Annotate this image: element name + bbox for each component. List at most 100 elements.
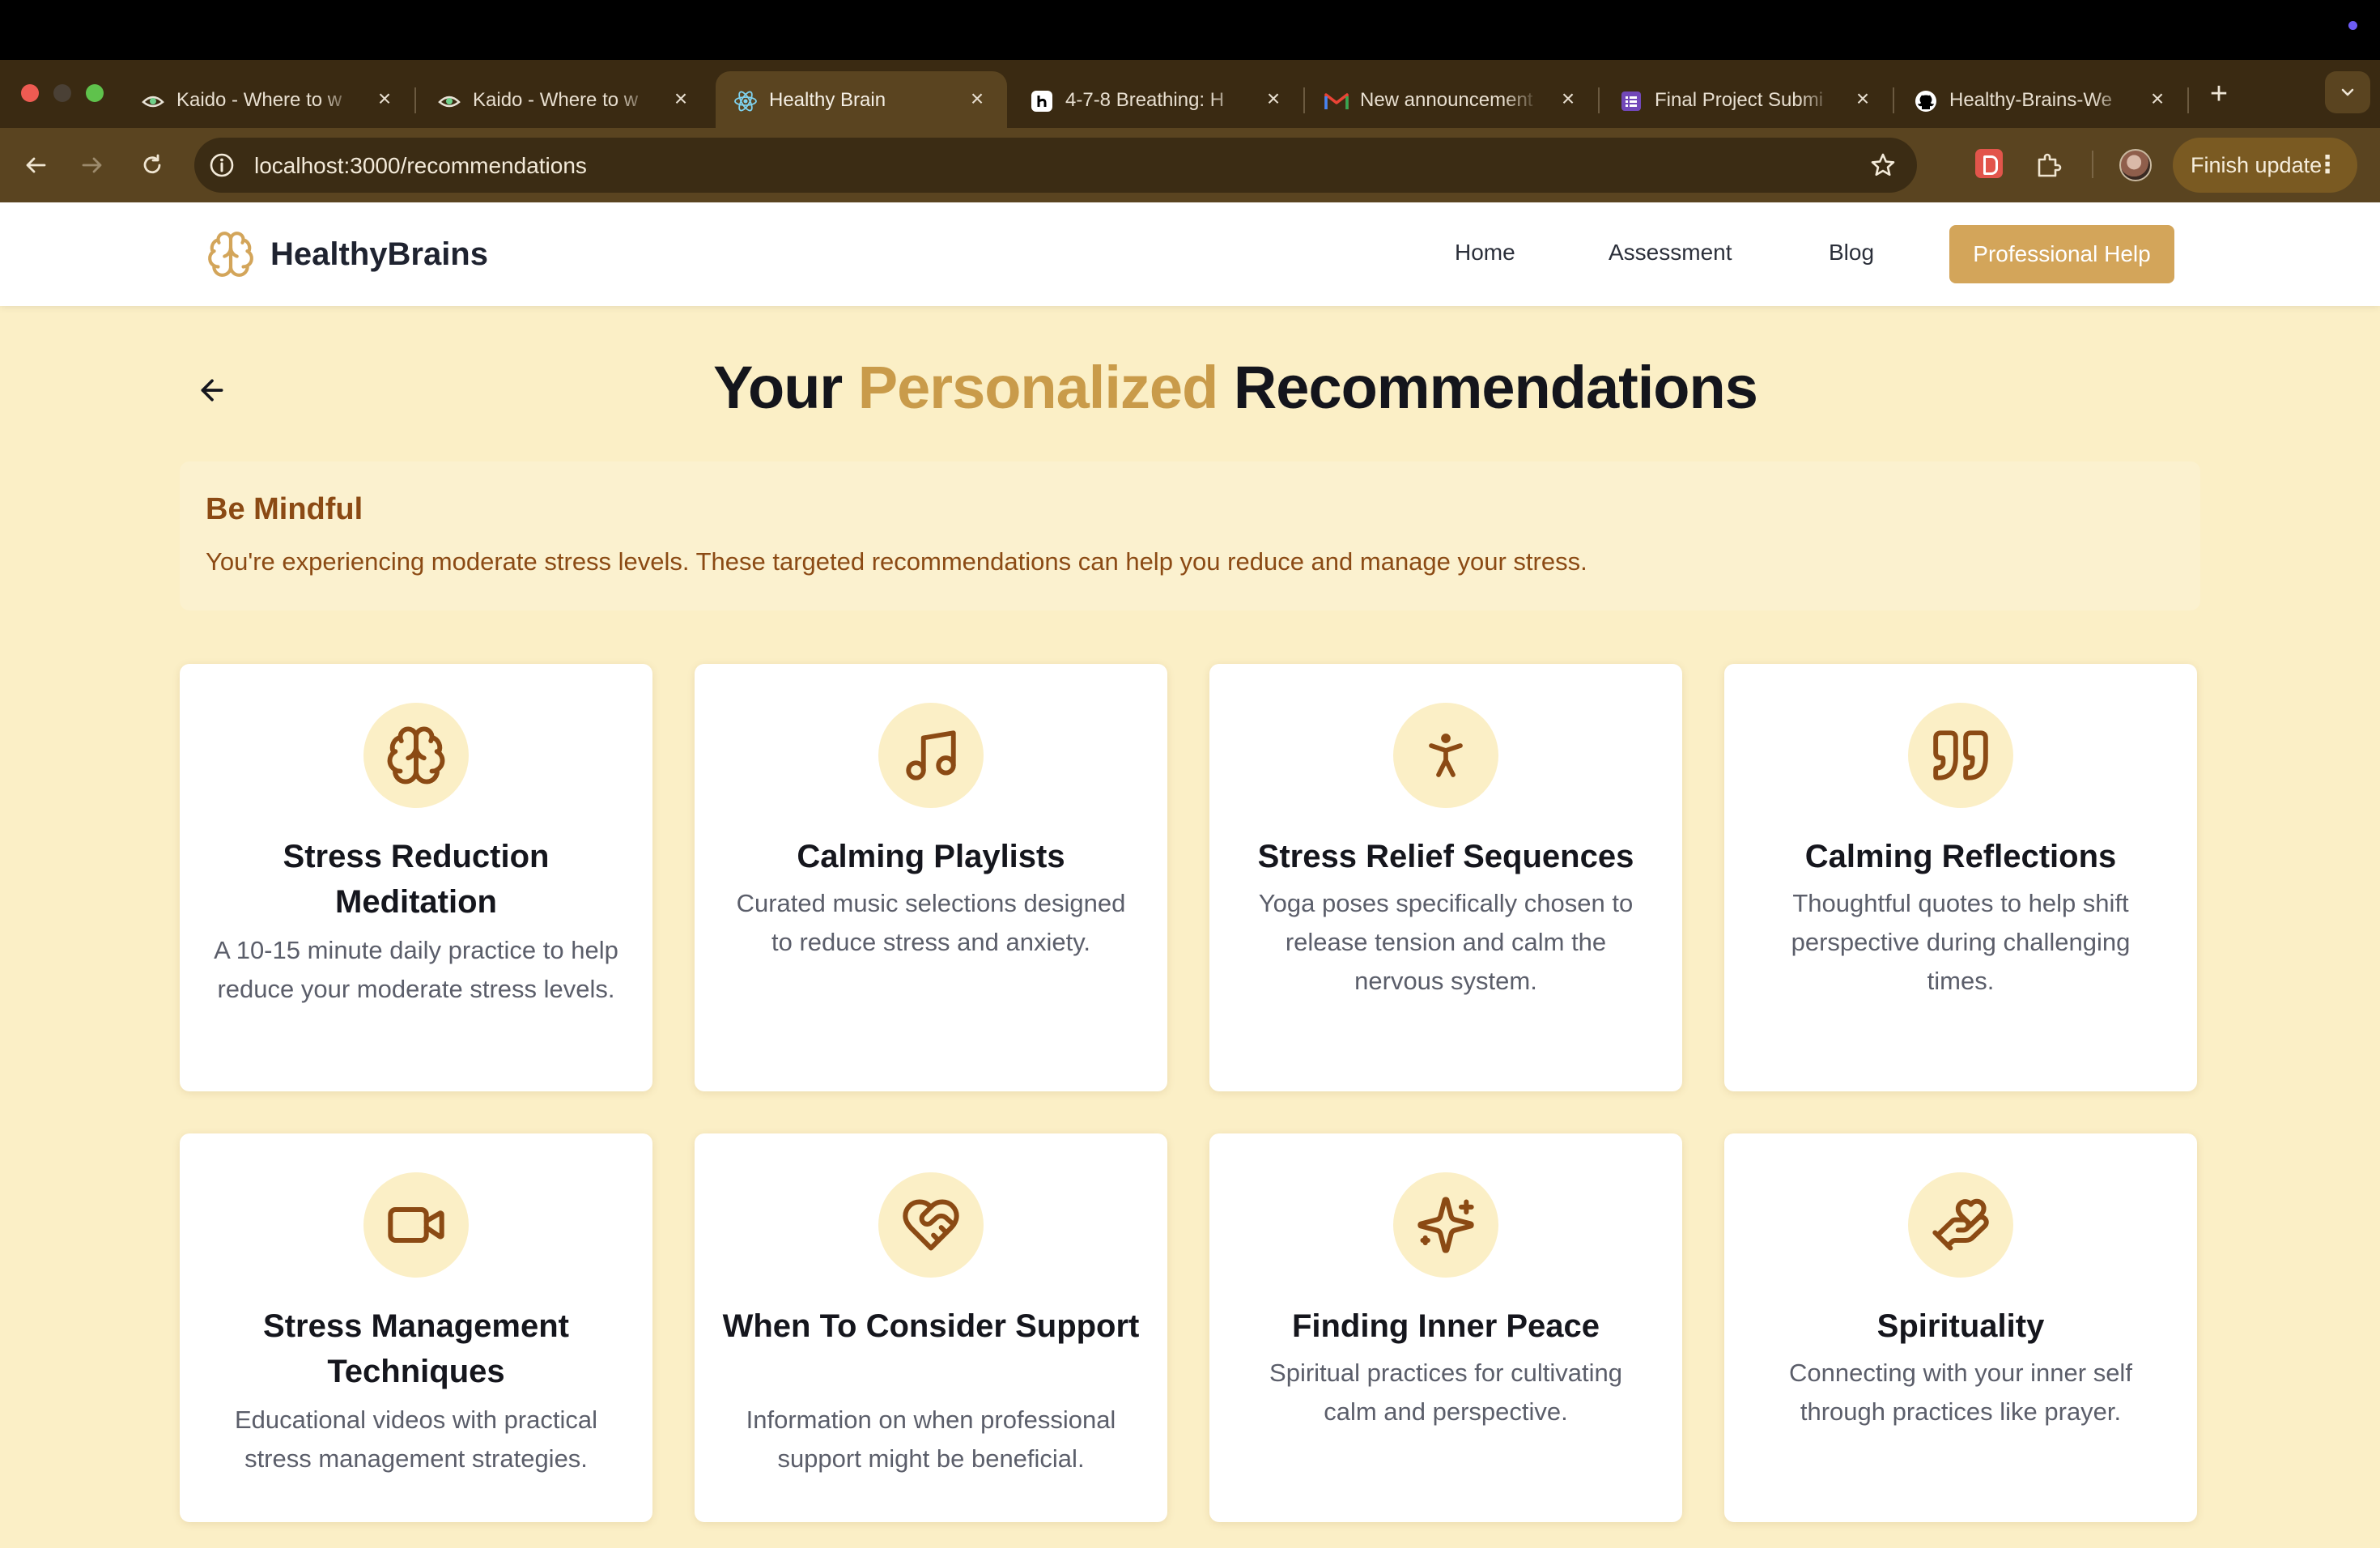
kebab-menu-icon: ⋮ (2315, 151, 2340, 178)
tab-close-icon[interactable]: × (669, 86, 693, 112)
nav-link-home[interactable]: Home (1455, 240, 1515, 266)
extensions-button[interactable] (2027, 144, 2069, 186)
banner-text: You're experiencing moderate stress leve… (206, 547, 1587, 576)
h-icon (1030, 89, 1054, 113)
professional-help-label: Professional Help (1973, 241, 2151, 266)
browser-tab[interactable]: Healthy-Brains-We × (1896, 71, 2189, 128)
tab-close-icon[interactable]: × (1556, 86, 1580, 112)
card-title: Calming Reflections (1804, 839, 2117, 874)
react-icon (733, 89, 758, 113)
stress-level-banner: Be Mindful You're experiencing moderate … (180, 461, 2200, 610)
quote-icon (1908, 703, 2013, 808)
kaido-icon (141, 89, 165, 113)
card-description: Spiritual practices for cultivating calm… (1269, 1359, 1622, 1426)
address-bar[interactable]: localhost:3000/recommendations (194, 138, 1917, 193)
recommendation-card[interactable]: Finding Inner Peace Spiritual practices … (1209, 1133, 1682, 1522)
card-description: Information on when professional support… (746, 1406, 1116, 1473)
page-title: Your Personalized Recommendations (0, 353, 2380, 422)
bookmark-star-icon[interactable] (1868, 151, 1898, 180)
page-content: HealthyBrains Home Assessment Blog Profe… (0, 202, 2380, 1548)
card-description: Educational videos with practical stress… (234, 1406, 598, 1473)
finish-update-label: Finish update (2191, 153, 2323, 177)
card-description: Connecting with your inner self through … (1789, 1359, 2132, 1426)
tab-close-icon[interactable]: × (1261, 86, 1286, 112)
tab-title: Kaido - Where to w (473, 89, 639, 111)
banner-title: Be Mindful (206, 492, 363, 526)
recommendation-card[interactable]: Stress Reduction Meditation A 10-15 minu… (180, 664, 652, 1091)
toolbar-divider (2092, 151, 2093, 178)
card-title: Stress Relief Sequences (1257, 839, 1634, 874)
music-note-icon (878, 703, 984, 808)
tab-title: Healthy Brain (769, 89, 886, 111)
window-close-button[interactable] (21, 84, 39, 102)
card-description: Thoughtful quotes to help shift perspect… (1791, 889, 2131, 995)
site-info-icon[interactable] (206, 149, 238, 181)
browser-tab-active[interactable]: Healthy Brain × (716, 71, 1007, 128)
tab-title: New announcement (1360, 89, 1533, 111)
browser-tab[interactable]: Kaido - Where to w × (419, 71, 711, 128)
heart-handshake-icon (878, 1172, 984, 1278)
new-tab-button[interactable]: + (2200, 76, 2238, 113)
forms-icon (1619, 89, 1643, 113)
recommendation-card[interactable]: When To Consider Support Information on … (695, 1133, 1167, 1522)
forward-button[interactable] (71, 144, 113, 186)
arrow-right-icon (82, 157, 102, 173)
card-title: Finding Inner Peace (1291, 1308, 1600, 1344)
profile-avatar[interactable] (2119, 149, 2152, 181)
card-description: A 10-15 minute daily practice to help re… (214, 936, 618, 1003)
card-title: Calming Playlists (797, 839, 1065, 874)
nav-link-blog[interactable]: Blog (1829, 240, 1874, 266)
card-description: Curated music selections designed to red… (736, 889, 1126, 956)
title-part-1: Your (713, 354, 843, 421)
sparkles-icon (1393, 1172, 1498, 1278)
status-dot-icon (2348, 21, 2357, 30)
window-zoom-button[interactable] (86, 84, 104, 102)
card-title: Stress Reduction Meditation (283, 839, 550, 920)
brand-logo-link[interactable]: HealthyBrains (206, 227, 488, 282)
reload-icon (143, 154, 161, 174)
recommendation-card[interactable]: Calming Reflections Thoughtful quotes to… (1724, 664, 2197, 1091)
tab-title: 4-7-8 Breathing: H (1065, 89, 1225, 111)
card-title: When To Consider Support (722, 1308, 1140, 1344)
browser-tab[interactable]: 4-7-8 Breathing: H × (1012, 71, 1305, 128)
tab-separator (2187, 87, 2189, 113)
recommendation-card[interactable]: Stress Relief Sequences Yoga poses speci… (1209, 664, 1682, 1091)
nav-link-assessment[interactable]: Assessment (1609, 240, 1732, 266)
back-button[interactable] (15, 144, 57, 186)
browser-toolbar: localhost:3000/recommendations Finish up… (0, 128, 2380, 202)
browser-tab[interactable]: Kaido - Where to w × (123, 71, 416, 128)
tab-separator (1303, 87, 1305, 113)
professional-help-button[interactable]: Professional Help (1949, 225, 2174, 283)
card-title: Stress Management Techniques (263, 1308, 569, 1389)
card-description: Yoga poses specifically chosen to releas… (1258, 889, 1634, 995)
tab-close-icon[interactable]: × (1851, 86, 1875, 112)
arrow-left-icon (26, 157, 46, 173)
title-accent: Personalized (857, 354, 1219, 421)
github-icon (1914, 89, 1938, 113)
url-text[interactable]: localhost:3000/recommendations (254, 153, 587, 179)
browser-tab[interactable]: Final Project Submi × (1601, 71, 1894, 128)
finish-update-button[interactable]: Finish update ⋮ (2173, 138, 2357, 193)
extension-icon[interactable] (1975, 149, 2003, 178)
tab-separator (1598, 87, 1600, 113)
person-standing-icon (1393, 703, 1498, 808)
video-camera-icon (363, 1172, 469, 1278)
tab-close-icon[interactable]: × (965, 86, 989, 112)
reload-button[interactable] (131, 144, 173, 186)
recommendation-card[interactable]: Spirituality Connecting with your inner … (1724, 1133, 2197, 1522)
window-minimize-button[interactable] (53, 84, 71, 102)
recommendation-card[interactable]: Calming Playlists Curated music selectio… (695, 664, 1167, 1091)
kaido-icon (437, 89, 461, 113)
puzzle-icon (2038, 153, 2062, 177)
tab-search-button[interactable] (2325, 71, 2370, 113)
chevron-down-icon (2341, 88, 2354, 96)
hand-heart-icon (1908, 1172, 2013, 1278)
tab-close-icon[interactable]: × (372, 86, 397, 112)
title-part-2: Recommendations (1233, 354, 1758, 421)
card-title: Spirituality (1876, 1308, 2045, 1344)
brain-logo-icon (208, 232, 253, 277)
browser-tab[interactable]: New announcement × (1307, 71, 1600, 128)
recommendation-card[interactable]: Stress Management Techniques Educational… (180, 1133, 652, 1522)
tab-title: Kaido - Where to w (176, 89, 342, 111)
tab-close-icon[interactable]: × (2145, 86, 2170, 112)
